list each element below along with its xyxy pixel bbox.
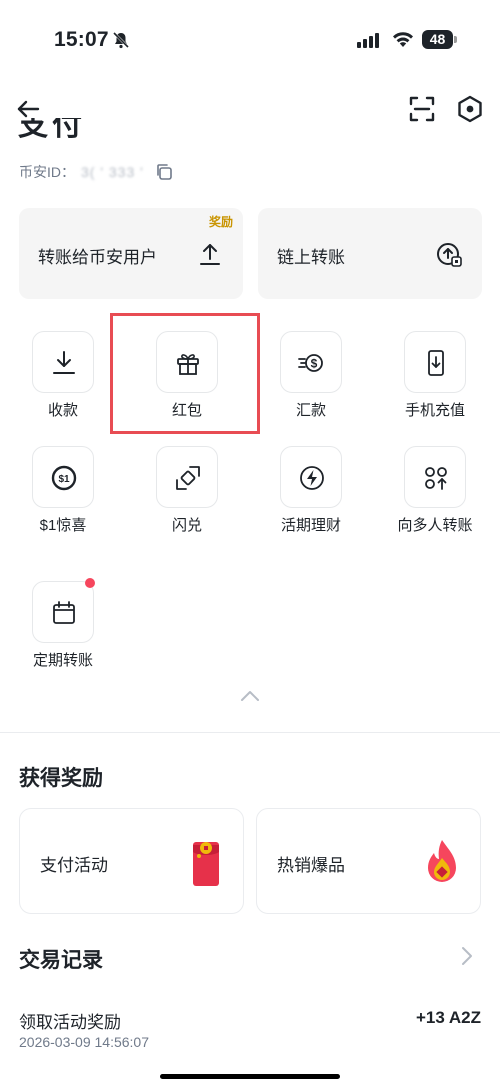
- svg-text:$: $: [311, 357, 318, 371]
- action-convert-label: 闪兑: [171, 517, 202, 534]
- section-divider: [0, 732, 500, 733]
- reward-card-payment-campaign-label: 支付活动: [40, 856, 108, 875]
- dollar-coin-icon: $1: [51, 465, 77, 491]
- uid-row: 币安ID： 3( ' 333 ': [19, 160, 174, 184]
- remittance-icon: $: [298, 354, 323, 372]
- chevron-up-icon[interactable]: [236, 686, 264, 706]
- onchain-upload-icon: [437, 243, 462, 267]
- uid-value: 3( ' 333 ': [81, 164, 144, 180]
- rewards-section-title: 获得奖励: [19, 767, 103, 790]
- action-one-dollar-surprise-box: $1: [32, 446, 94, 508]
- battery-icon: 48: [422, 30, 458, 50]
- calendar-icon: [53, 601, 75, 624]
- action-remittance-box: $: [280, 331, 342, 393]
- action-red-packet-label: 红包: [171, 402, 202, 419]
- action-receive[interactable]: 收款: [1, 331, 125, 441]
- history-section-title: 交易记录: [19, 949, 103, 972]
- phone-topup-icon: [428, 350, 444, 376]
- action-red-packet-box: [156, 331, 218, 393]
- flexible-earn-icon: [300, 466, 324, 490]
- reward-tag: 奖励: [208, 215, 233, 229]
- action-scheduled-transfer-label: 定期转账: [32, 652, 93, 669]
- bell-muted-icon: [113, 32, 129, 49]
- transaction-title: 领取活动奖励: [19, 1013, 121, 1032]
- action-convert[interactable]: 闪兑: [125, 446, 249, 556]
- action-scheduled-transfer[interactable]: 定期转账: [1, 578, 125, 691]
- transfer-to-binance-user-card[interactable]: 奖励 转账给币安用户: [19, 208, 243, 299]
- reward-card-hot-products[interactable]: 热销爆品: [256, 808, 481, 914]
- action-mobile-topup-box: [404, 331, 466, 393]
- action-convert-box: [156, 446, 218, 508]
- chevron-right-icon[interactable]: [456, 944, 478, 968]
- convert-icon: [176, 466, 200, 490]
- action-receive-label: 收款: [47, 402, 78, 419]
- action-mobile-topup[interactable]: 手机充值: [373, 331, 497, 441]
- reward-card-hot-products-label: 热销爆品: [277, 856, 345, 875]
- uid-label: 币安ID：: [19, 164, 75, 180]
- notification-dot: [85, 578, 95, 588]
- action-batch-transfer-label: 向多人转账: [397, 517, 473, 534]
- transfer-to-binance-user-label: 转账给币安用户: [38, 248, 157, 267]
- wifi-icon: [393, 32, 413, 47]
- action-flexible-earn-box: [280, 446, 342, 508]
- onchain-transfer-card[interactable]: 链上转账: [258, 208, 482, 299]
- transaction-time: 2026-03-09 14:56:07: [19, 1034, 149, 1050]
- gift-icon: [177, 354, 199, 375]
- svg-text:$1: $1: [58, 474, 70, 485]
- batch-transfer-icon: [425, 467, 447, 490]
- settings-hexagon-icon[interactable]: [454, 93, 486, 125]
- home-indicator: [160, 1074, 340, 1079]
- action-flexible-earn[interactable]: 活期理财: [249, 446, 373, 556]
- action-red-packet[interactable]: 红包: [125, 331, 249, 441]
- battery-level: 48: [422, 30, 453, 49]
- action-receive-box: [32, 331, 94, 393]
- scan-icon[interactable]: [406, 93, 438, 125]
- action-batch-transfer-box: [404, 446, 466, 508]
- status-time: 15:07: [54, 28, 109, 51]
- page-title: 支付: [18, 118, 86, 140]
- reward-card-payment-campaign[interactable]: 支付活动: [19, 808, 244, 914]
- status-bar: 15:07 48: [0, 0, 500, 80]
- action-scheduled-transfer-box: [32, 578, 95, 643]
- transaction-amount: +13 A2Z: [415, 1008, 481, 1027]
- action-one-dollar-surprise-label: $1惊喜: [39, 517, 87, 534]
- action-batch-transfer[interactable]: 向多人转账: [373, 446, 497, 556]
- action-remittance-label: 汇款: [295, 402, 326, 419]
- download-icon: [53, 351, 75, 374]
- transaction-row[interactable]: 领取活动奖励 +13 A2Z 2026-03-09 14:56:07: [0, 1000, 500, 1056]
- fire-icon: [428, 840, 456, 882]
- signal-icon: [357, 33, 379, 48]
- action-mobile-topup-label: 手机充值: [404, 402, 465, 419]
- red-envelope-icon: [193, 842, 219, 886]
- onchain-transfer-label: 链上转账: [277, 248, 345, 267]
- copy-icon[interactable]: [154, 162, 174, 182]
- action-flexible-earn-label: 活期理财: [280, 517, 341, 534]
- action-remittance[interactable]: $ 汇款: [249, 331, 373, 441]
- action-one-dollar-surprise[interactable]: $1 $1惊喜: [1, 446, 125, 556]
- upload-arrow-icon: [200, 244, 220, 265]
